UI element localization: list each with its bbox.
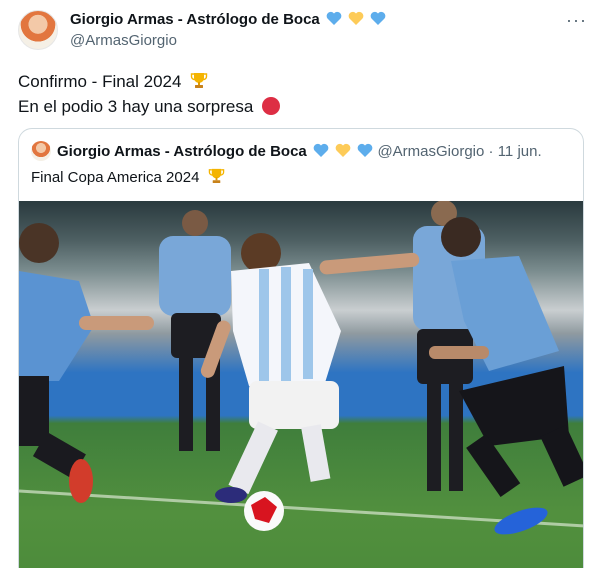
quoted-tweet-header: Giorgio Armas - Astrólogo de Boca @Armas… xyxy=(57,143,542,160)
author-name-text[interactable]: Giorgio Armas - Astrólogo de Boca xyxy=(70,11,320,28)
author-name[interactable]: Giorgio Armas - Astrólogo de Boca xyxy=(70,11,386,28)
blue-heart-icon xyxy=(357,143,373,157)
left-defender xyxy=(19,223,154,503)
quoted-tweet-text: Final Copa America 2024 xyxy=(31,167,225,186)
blue-heart-icon xyxy=(313,143,329,157)
football-scene xyxy=(19,201,583,535)
more-dots-icon[interactable]: ··· xyxy=(566,10,587,31)
match-photo[interactable] xyxy=(19,201,583,568)
tweet-line-1: Confirmo - Final 2024 xyxy=(18,69,280,94)
blue-heart-icon xyxy=(326,11,342,25)
yellow-heart-icon xyxy=(335,143,351,157)
trophy-icon xyxy=(191,73,208,88)
quoted-author-avatar xyxy=(31,141,51,161)
quoted-separator: · xyxy=(484,143,498,160)
central-player xyxy=(200,233,420,531)
author-avatar[interactable] xyxy=(18,10,58,50)
blue-heart-icon xyxy=(370,11,386,25)
quoted-date: 11 jun. xyxy=(497,143,542,160)
author-handle[interactable]: @ArmasGiorgio xyxy=(70,32,177,49)
quoted-tweet-card[interactable]: Giorgio Armas - Astrólogo de Boca @Armas… xyxy=(18,128,584,568)
tweet-line-2: En el podio 3 hay una sorpresa xyxy=(18,94,281,119)
quoted-author-name: Giorgio Armas - Astrólogo de Boca xyxy=(57,143,307,160)
tweet-text: Confirmo - Final 2024 En el podio 3 hay … xyxy=(18,69,281,119)
pitch-line xyxy=(19,489,583,528)
trophy-icon xyxy=(208,168,224,184)
red-circle-icon xyxy=(262,97,281,115)
quoted-author-handle: @ArmasGiorgio xyxy=(377,143,485,160)
yellow-heart-icon xyxy=(348,11,364,25)
